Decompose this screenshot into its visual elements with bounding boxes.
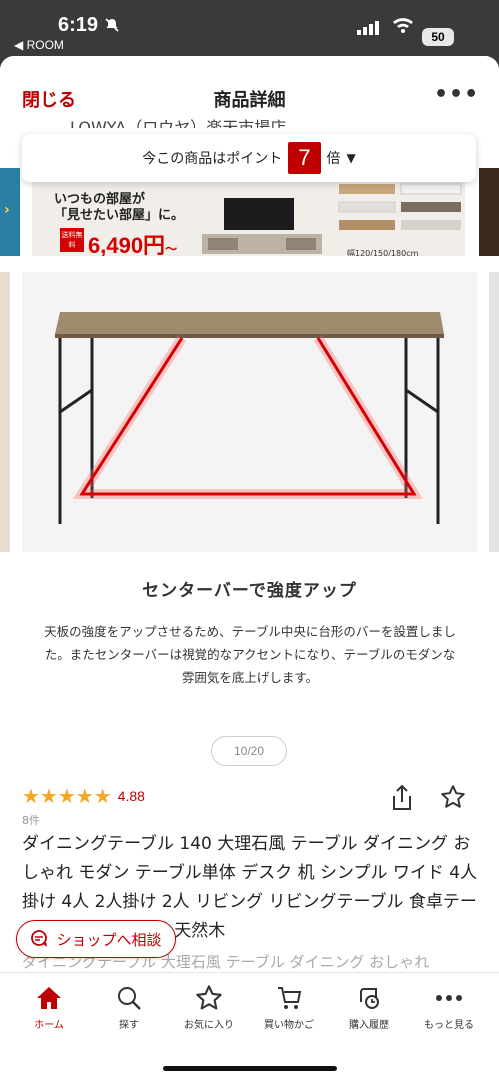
tab-more[interactable]: もっと見る	[409, 983, 489, 1031]
points-banner[interactable]: 今この商品はポイント 7 倍 ▼	[22, 134, 476, 182]
tab-home-label: ホーム	[34, 1020, 64, 1031]
image-counter: 10/20	[211, 736, 287, 766]
home-icon	[9, 983, 89, 1013]
tab-history[interactable]: 購入履歴	[329, 983, 409, 1031]
banner-prev-slide[interactable]: ›	[0, 168, 20, 256]
signal-icon	[357, 20, 381, 39]
more-icon	[409, 983, 489, 1013]
more-menu-button[interactable]: •••	[434, 82, 479, 107]
banner-next-slide[interactable]	[479, 168, 499, 256]
history-icon	[329, 983, 409, 1013]
product-sheet: 閉じる 商品詳細 ••• LOWYA（ロウヤ）楽天市場店 › いつもの部屋が 「…	[0, 56, 499, 1080]
tab-favorites-label: お気に入り	[184, 1020, 234, 1031]
bottom-tab-bar: ホーム 探す お気に入り 買い物かご 購入履歴 もっと見る	[0, 972, 499, 1080]
tab-home[interactable]: ホーム	[9, 983, 89, 1031]
tab-cart[interactable]: 買い物かご	[249, 983, 329, 1031]
search-icon	[89, 983, 169, 1013]
tab-history-label: 購入履歴	[349, 1020, 389, 1031]
tab-search[interactable]: 探す	[89, 983, 169, 1031]
free-shipping-badge: 送料無料	[60, 228, 84, 252]
chat-icon	[31, 930, 48, 947]
back-to-app-link[interactable]: ◀ ROOM	[14, 38, 64, 52]
tv-stand-image	[202, 198, 322, 254]
battery-indicator: 50	[422, 28, 454, 46]
tv-stand-variants-image	[338, 183, 462, 230]
star-icon	[169, 983, 249, 1013]
banner-price-value: 6,490円	[88, 233, 166, 256]
status-bar: 6:19 ◀ ROOM 50	[0, 0, 499, 56]
review-count[interactable]: 8件	[22, 812, 40, 828]
nav-bar: 閉じる 商品詳細 ••• LOWYA（ロウヤ）楽天市場店	[0, 56, 499, 140]
banner-tagline-line2: 「見せたい部屋」に。	[54, 208, 185, 223]
banner-price: 6,490円〜	[88, 228, 177, 256]
rating-value: 4.88	[117, 788, 145, 804]
shop-consult-button[interactable]: ショップへ相談	[16, 920, 176, 958]
shop-name-cut: LOWYA（ロウヤ）楽天市場店	[70, 118, 287, 128]
chevron-right-icon: ›	[4, 202, 10, 218]
gallery-next-image[interactable]	[489, 272, 499, 552]
caret-down-icon: ▼	[346, 151, 356, 165]
banner-tagline-line1: いつもの部屋が	[54, 192, 146, 207]
table-illustration	[22, 272, 477, 552]
share-icon[interactable]	[390, 784, 414, 816]
rating[interactable]: ★★★★★ 4.88	[22, 784, 145, 808]
favorite-star-icon[interactable]	[440, 784, 466, 814]
status-time: 6:19	[58, 14, 99, 36]
product-image-gallery[interactable]	[0, 270, 499, 555]
rating-stars: ★★★★★	[22, 784, 112, 808]
banner-tagline: いつもの部屋が 「見せたい部屋」に。	[54, 192, 184, 224]
wifi-icon	[392, 16, 414, 38]
page-title: 商品詳細	[213, 90, 286, 111]
banner-price-suffix: 〜	[165, 242, 178, 256]
tab-search-label: 探す	[119, 1020, 139, 1031]
home-indicator	[163, 1066, 337, 1071]
feature-heading: センターバーで強度アップ	[142, 581, 357, 601]
tab-favorites[interactable]: お気に入り	[169, 983, 249, 1031]
gallery-prev-image[interactable]	[0, 272, 10, 552]
tab-cart-label: 買い物かご	[264, 1020, 314, 1031]
bell-muted-icon	[104, 17, 120, 37]
promo-banner[interactable]: いつもの部屋が 「見せたい部屋」に。 送料無料 6,490円〜 幅120/150…	[32, 178, 465, 256]
points-suffix: 倍	[326, 151, 341, 167]
points-multiplier: 7	[288, 142, 321, 174]
cart-icon	[249, 983, 329, 1013]
tab-more-label: もっと見る	[424, 1020, 474, 1031]
product-image[interactable]	[22, 272, 477, 552]
points-prefix: 今この商品はポイント	[142, 151, 283, 167]
shop-consult-label: ショップへ相談	[56, 930, 162, 949]
feature-description: 天板の強度をアップさせるため、テーブル中央に台形のバーを設置しました。またセンタ…	[44, 624, 456, 685]
banner-sizes: 幅120/150/180cm	[347, 249, 419, 256]
